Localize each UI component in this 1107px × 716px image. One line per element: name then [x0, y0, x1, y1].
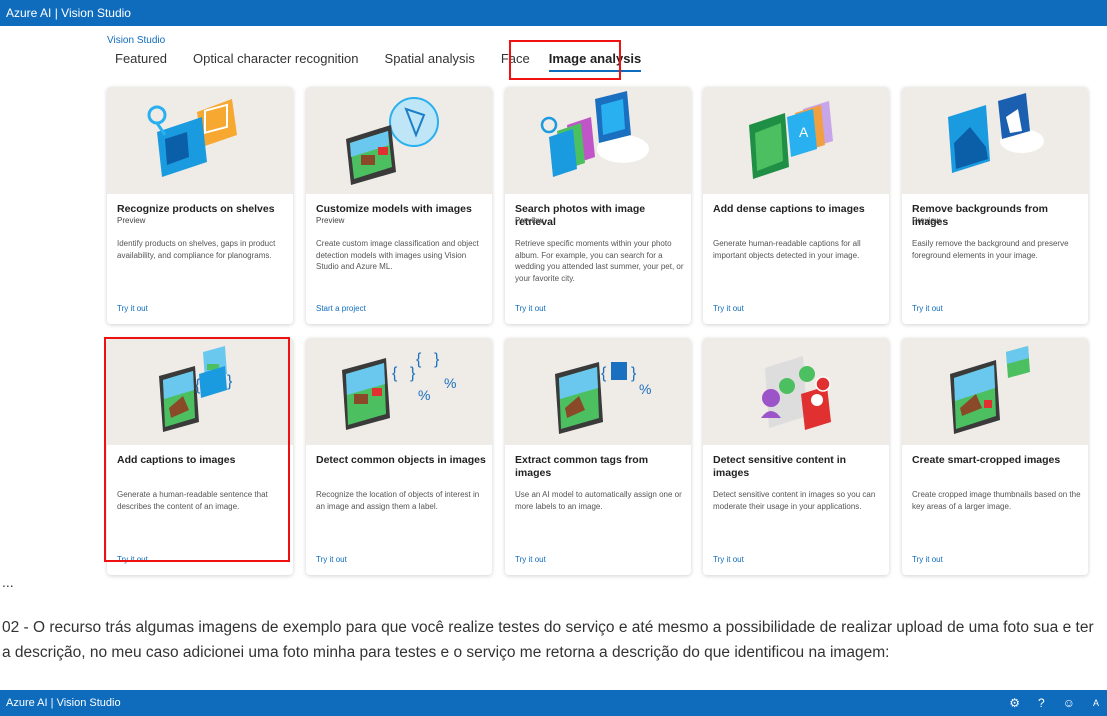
extract-tags-illustration: { } % — [505, 338, 691, 445]
card-title: Recognize products on shelves — [117, 203, 275, 215]
try-it-out-link[interactable]: Try it out — [515, 555, 546, 564]
card-description: Easily remove the background and preserv… — [912, 239, 1069, 260]
svg-text:A: A — [799, 124, 809, 140]
detect-sensitive-illustration — [703, 338, 889, 445]
ellipsis-text: ... — [2, 574, 14, 590]
svg-text:}: } — [631, 365, 637, 382]
try-it-out-link[interactable]: Try it out — [713, 555, 744, 564]
card-search-photos[interactable]: Search photos with image retrieval Previ… — [505, 87, 691, 324]
svg-text:{: { — [416, 351, 422, 368]
detect-objects-illustration: { } { } % % — [306, 338, 492, 445]
tab-ocr[interactable]: Optical character recognition — [193, 49, 358, 72]
product-label[interactable]: Vision Studio — [61, 6, 131, 20]
recognize-products-illustration — [107, 87, 293, 194]
remove-backgrounds-illustration — [902, 87, 1088, 194]
card-description: Create custom image classification and o… — [316, 239, 479, 271]
card-description: Retrieve specific moments within your ph… — [515, 239, 684, 283]
card-title: Detect sensitive content in images — [713, 454, 847, 479]
top-bar: Azure AI | Vision Studio — [0, 0, 1107, 26]
start-a-project-link[interactable]: Start a project — [316, 304, 366, 313]
card-description: Create cropped image thumbnails based on… — [912, 490, 1081, 511]
preview-badge: Preview — [515, 216, 544, 225]
try-it-out-link[interactable]: Try it out — [912, 304, 943, 313]
feedback-icon[interactable]: ☺ — [1063, 696, 1075, 710]
brand-separator: | — [47, 697, 57, 709]
preview-badge: Preview — [316, 216, 345, 225]
preview-badge: Preview — [912, 216, 941, 225]
bottom-bar: Azure AI | Vision Studio ⚙ ? ☺ A — [0, 690, 1107, 716]
try-it-out-link[interactable]: Try it out — [912, 555, 943, 564]
tab-highlight-box — [509, 40, 621, 80]
card-remove-backgrounds[interactable]: Remove backgrounds from images Preview E… — [902, 87, 1088, 324]
settings-icon[interactable]: ⚙ — [1009, 696, 1020, 710]
card-highlight-box — [104, 337, 290, 562]
dense-captions-illustration: A — [703, 87, 889, 194]
card-detect-objects[interactable]: { } { } % % Detect common objects in ima… — [306, 338, 492, 575]
card-title: Extract common tags from images — [515, 454, 649, 479]
bottom-bar-icons: ⚙ ? ☺ A — [1009, 690, 1099, 716]
card-detect-sensitive[interactable]: Detect sensitive content in images Detec… — [703, 338, 889, 575]
account-icon[interactable]: A — [1093, 698, 1099, 708]
card-title: Customize models with images — [316, 203, 472, 215]
card-description: Generate human-readable captions for all… — [713, 239, 861, 260]
try-it-out-link[interactable]: Try it out — [117, 304, 148, 313]
try-it-out-link[interactable]: Try it out — [316, 555, 347, 564]
svg-text:%: % — [418, 387, 430, 403]
product-label[interactable]: Vision Studio — [57, 697, 121, 709]
customize-models-illustration — [306, 87, 492, 194]
card-description: Use an AI model to automatically assign … — [515, 490, 682, 511]
svg-text:%: % — [444, 375, 456, 391]
card-description: Detect sensitive content in images so yo… — [713, 490, 876, 511]
brand-separator: | — [51, 6, 62, 20]
tab-featured[interactable]: Featured — [115, 49, 167, 72]
help-icon[interactable]: ? — [1038, 696, 1045, 710]
card-customize-models[interactable]: Customize models with images Preview Cre… — [306, 87, 492, 324]
card-recognize-products[interactable]: Recognize products on shelves Preview Id… — [107, 87, 293, 324]
tab-spatial-analysis[interactable]: Spatial analysis — [385, 49, 475, 72]
brand-label[interactable]: Azure AI — [6, 697, 48, 709]
svg-text:{: { — [601, 365, 607, 382]
preview-badge: Preview — [117, 216, 146, 225]
smart-crop-illustration — [902, 338, 1088, 445]
svg-text:{: { — [392, 365, 398, 382]
card-smart-crop[interactable]: Create smart-cropped images Create cropp… — [902, 338, 1088, 575]
svg-text:}: } — [434, 351, 440, 368]
card-title: Create smart-cropped images — [912, 454, 1061, 466]
breadcrumb[interactable]: Vision Studio — [107, 35, 165, 46]
brand-label[interactable]: Azure AI — [6, 6, 51, 20]
description-paragraph: 02 - O recurso trás algumas imagens de e… — [2, 619, 1094, 661]
try-it-out-link[interactable]: Try it out — [713, 304, 744, 313]
card-title: Detect common objects in images — [316, 454, 486, 466]
card-title: Add dense captions to images — [713, 203, 865, 215]
card-description: Recognize the location of objects of int… — [316, 490, 480, 511]
card-extract-tags[interactable]: { } % Extract common tags from images Us… — [505, 338, 691, 575]
card-description: Identify products on shelves, gaps in pr… — [117, 239, 276, 260]
svg-text:%: % — [639, 381, 651, 397]
card-dense-captions[interactable]: A Add dense captions to images Generate … — [703, 87, 889, 324]
try-it-out-link[interactable]: Try it out — [515, 304, 546, 313]
search-photos-illustration — [505, 87, 691, 194]
